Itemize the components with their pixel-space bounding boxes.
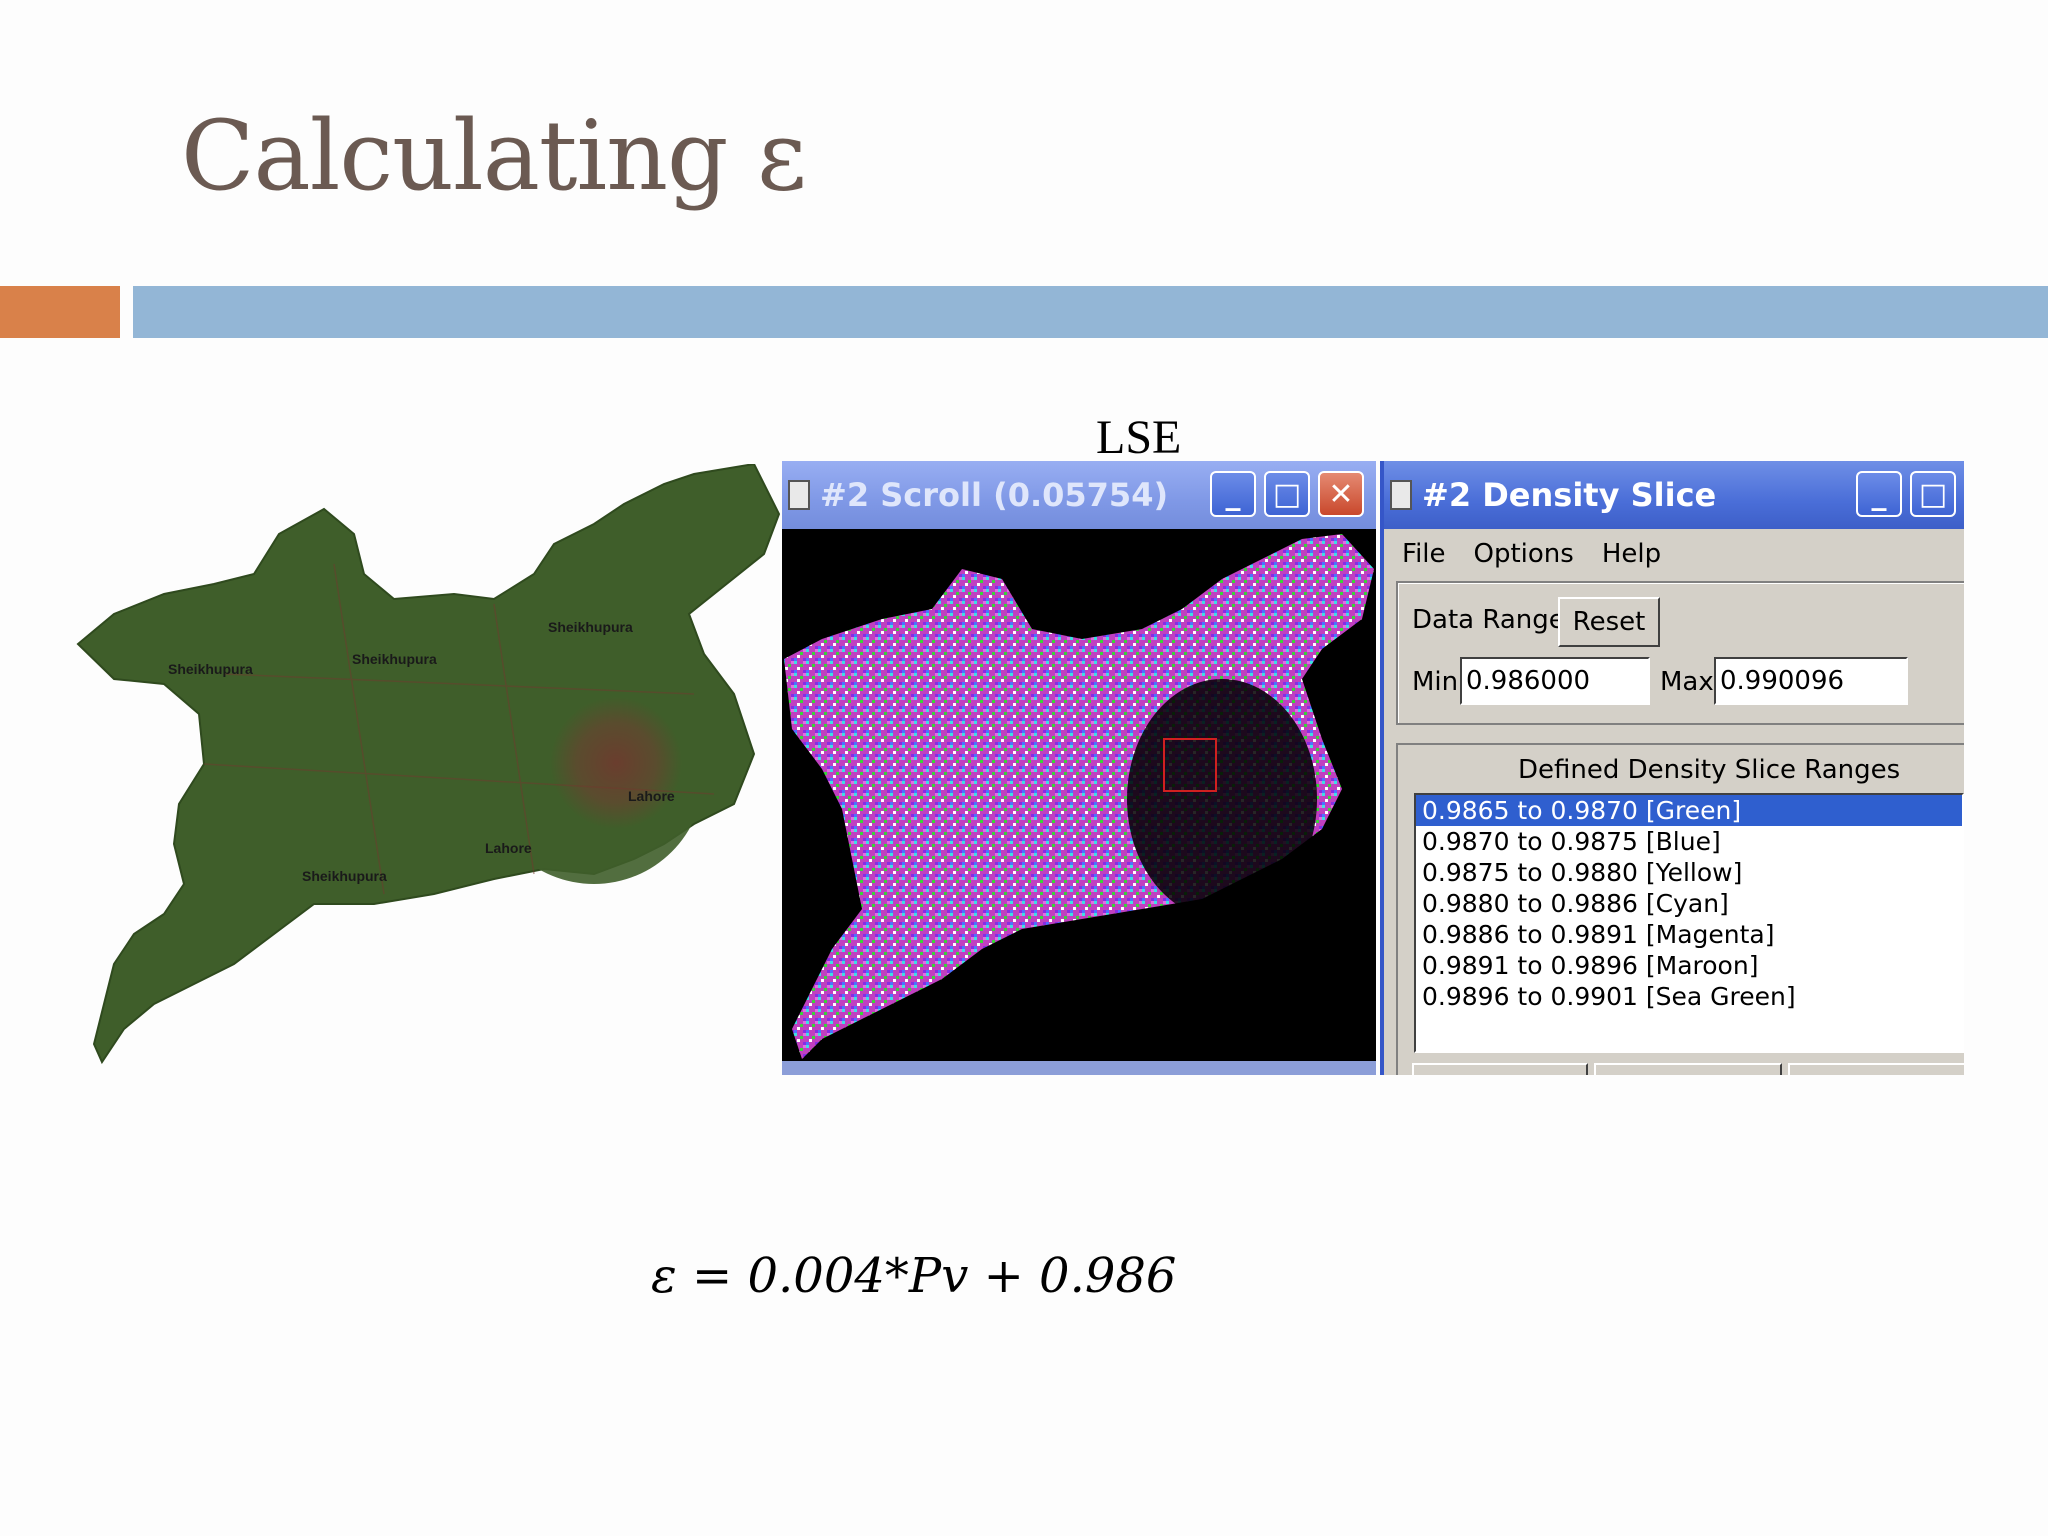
density-slice-image[interactable] bbox=[782, 529, 1376, 1075]
ranges-group: Defined Density Slice Ranges 0.9865 to 0… bbox=[1396, 743, 1964, 1075]
map-label: Sheikhupura bbox=[302, 868, 387, 884]
list-item[interactable]: 0.9891 to 0.9896 [Maroon] bbox=[1416, 950, 1962, 981]
list-item[interactable]: 0.9896 to 0.9901 [Sea Green] bbox=[1416, 981, 1962, 1012]
close-icon[interactable]: ✕ bbox=[1318, 471, 1364, 517]
edit-range-button[interactable] bbox=[1412, 1063, 1588, 1075]
emissivity-formula: ε = 0.004*Pv + 0.986 bbox=[651, 1248, 1177, 1304]
map-label: Sheikhupura bbox=[548, 619, 633, 635]
minimize-icon[interactable]: _ bbox=[1210, 471, 1256, 517]
menu-bar: File Options Help bbox=[1384, 529, 1964, 579]
list-item[interactable]: 0.9880 to 0.9886 [Cyan] bbox=[1416, 888, 1962, 919]
data-range-group: Data Range Reset Min 0.986000 Max 0.9900… bbox=[1396, 581, 1964, 725]
clear-ranges-button[interactable] bbox=[1788, 1063, 1964, 1075]
menu-file[interactable]: File bbox=[1402, 539, 1446, 569]
max-field[interactable]: 0.990096 bbox=[1714, 657, 1908, 705]
window-icon bbox=[1390, 480, 1412, 510]
menu-options[interactable]: Options bbox=[1474, 539, 1574, 569]
map-label: Sheikhupura bbox=[168, 661, 253, 677]
data-range-label: Data Range bbox=[1412, 605, 1565, 635]
list-item[interactable]: 0.9865 to 0.9870 [Green] bbox=[1416, 795, 1962, 826]
density-slice-titlebar[interactable]: #2 Density Slice _ □ bbox=[1384, 461, 1964, 529]
density-slice-title: #2 Density Slice bbox=[1422, 476, 1717, 514]
scroll-window-title: #2 Scroll (0.05754) bbox=[820, 476, 1169, 514]
district-map-image: Sheikhupura Sheikhupura Sheikhupura Laho… bbox=[74, 462, 782, 1074]
slide-title: Calculating ε bbox=[181, 100, 807, 212]
delete-range-button[interactable] bbox=[1594, 1063, 1782, 1075]
density-slice-window: #2 Density Slice _ □ File Options Help D… bbox=[1380, 461, 1964, 1075]
menu-help[interactable]: Help bbox=[1602, 539, 1661, 569]
window-icon bbox=[788, 480, 810, 510]
max-label: Max bbox=[1660, 667, 1714, 697]
maximize-icon[interactable]: □ bbox=[1264, 471, 1310, 517]
map-label: Sheikhupura bbox=[352, 651, 437, 667]
map-label: Lahore bbox=[628, 788, 675, 804]
maximize-icon[interactable]: □ bbox=[1910, 471, 1956, 517]
reset-button[interactable]: Reset bbox=[1558, 597, 1660, 647]
list-item[interactable]: 0.9875 to 0.9880 [Yellow] bbox=[1416, 857, 1962, 888]
scroll-window-titlebar[interactable]: #2 Scroll (0.05754) _ □ ✕ bbox=[782, 461, 1376, 529]
lse-caption: LSE bbox=[1096, 411, 1182, 464]
minimize-icon[interactable]: _ bbox=[1856, 471, 1902, 517]
min-field[interactable]: 0.986000 bbox=[1460, 657, 1650, 705]
list-item[interactable]: 0.9886 to 0.9891 [Magenta] bbox=[1416, 919, 1962, 950]
scrollbar[interactable] bbox=[782, 1061, 1376, 1075]
map-label: Lahore bbox=[485, 840, 532, 856]
list-item[interactable]: 0.9870 to 0.9875 [Blue] bbox=[1416, 826, 1962, 857]
ranges-header: Defined Density Slice Ranges bbox=[1518, 755, 1901, 785]
min-label: Min bbox=[1412, 667, 1459, 697]
accent-bar-orange bbox=[0, 286, 120, 338]
scroll-window: #2 Scroll (0.05754) _ □ ✕ bbox=[782, 461, 1376, 1075]
accent-bar-blue bbox=[133, 286, 2048, 338]
ranges-list[interactable]: 0.9865 to 0.9870 [Green] 0.9870 to 0.987… bbox=[1414, 793, 1964, 1053]
